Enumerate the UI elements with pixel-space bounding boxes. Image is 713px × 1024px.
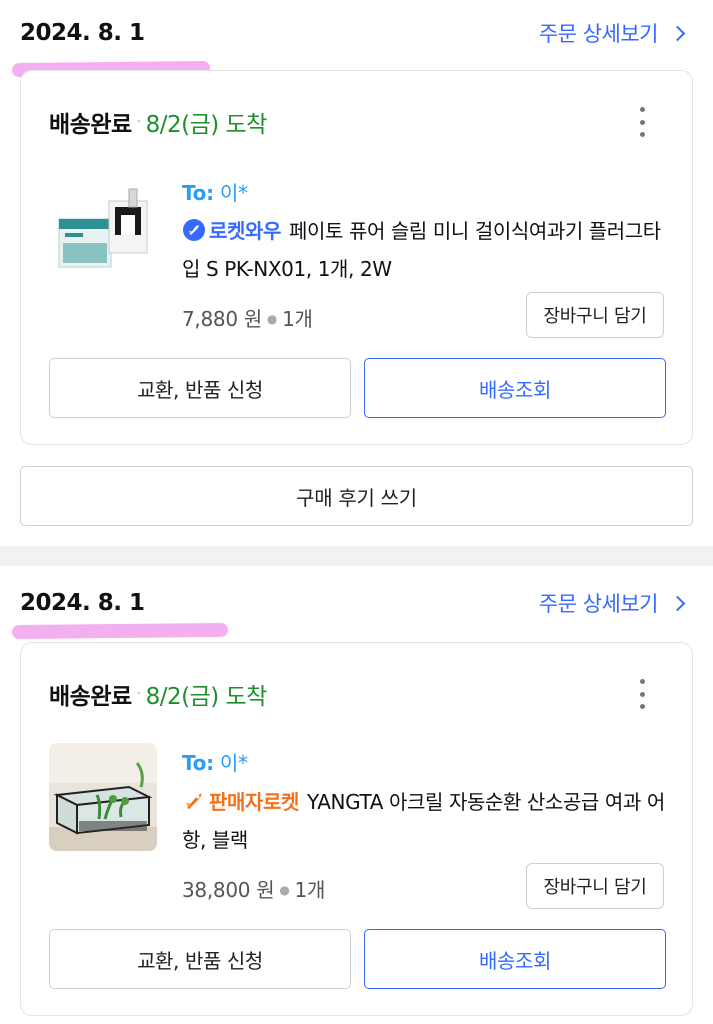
order-card: 배송완료 · 8/2(금) 도착 To: 이* — [20, 642, 693, 1016]
arrival-date: 8/2(금) 도착 — [145, 112, 268, 138]
status-label: 배송완료 — [49, 112, 132, 138]
recipient-name: 이* — [219, 751, 248, 775]
seller-rocket-icon — [186, 793, 202, 809]
filter-product-image[interactable] — [49, 181, 157, 289]
section-divider — [0, 546, 713, 566]
recipient-label: To: — [182, 181, 214, 205]
order-detail-link[interactable]: 주문 상세보기 — [538, 18, 686, 48]
order-detail-link[interactable]: 주문 상세보기 — [538, 588, 686, 618]
exchange-return-button[interactable]: 교환, 반품 신청 — [49, 929, 351, 989]
chevron-right-icon — [669, 595, 686, 611]
more-options-icon[interactable] — [638, 679, 646, 709]
delivery-status: 배송완료 · 8/2(금) 도착 — [49, 677, 267, 711]
highlight-mark — [11, 622, 229, 640]
track-delivery-button[interactable]: 배송조회 — [364, 358, 666, 418]
track-delivery-button[interactable]: 배송조회 — [364, 929, 666, 989]
price: 38,800 원 — [182, 878, 275, 902]
rocket-wow-icon — [183, 219, 205, 241]
quantity: 1개 — [282, 307, 313, 331]
price-quantity: 38,800 원 ● 1개 — [182, 874, 325, 903]
price-quantity: 7,880 원 ● 1개 — [182, 303, 313, 332]
add-to-cart-button[interactable]: 장바구니 담기 — [526, 863, 664, 909]
add-to-cart-button[interactable]: 장바구니 담기 — [526, 292, 664, 338]
write-review-button[interactable]: 구매 후기 쓰기 — [20, 466, 693, 526]
recipient-label: To: — [182, 751, 214, 775]
rocket-badge: 로켓와우 — [209, 219, 281, 243]
order-section-2: 2024. 8. 1 주문 상세보기 배송완료 · 8/2(금) 도착 To: … — [0, 570, 713, 1024]
recipient: To: 이* — [182, 177, 248, 206]
order-date: 2024. 8. 1 — [20, 590, 145, 616]
product-name[interactable]: 판매자로켓 YANGTA 아크릴 자동순환 산소공급 여과 어항, 블랙 — [182, 783, 672, 859]
order-detail-link-label: 주문 상세보기 — [538, 592, 659, 616]
order-detail-link-label: 주문 상세보기 — [538, 22, 659, 46]
quantity: 1개 — [294, 878, 326, 902]
seller-rocket-badge: 판매자로켓 — [209, 790, 299, 814]
separator-dot: · — [136, 114, 141, 130]
order-section-1: 2024. 8. 1 주문 상세보기 배송완료 · 8/2(금) 도착 To: … — [0, 0, 713, 546]
order-card: 배송완료 · 8/2(금) 도착 To: 이* — [20, 70, 693, 445]
aquarium-product-image[interactable] — [49, 743, 157, 851]
order-date: 2024. 8. 1 — [20, 20, 145, 46]
price: 7,880 원 — [182, 307, 262, 331]
recipient: To: 이* — [182, 747, 248, 776]
separator-dot: ● — [279, 883, 290, 897]
separator-dot: ● — [266, 312, 278, 326]
order-header: 2024. 8. 1 주문 상세보기 — [0, 570, 713, 640]
more-options-icon[interactable] — [638, 107, 646, 137]
chevron-right-icon — [669, 25, 686, 41]
recipient-name: 이* — [219, 181, 248, 205]
product-name[interactable]: 로켓와우 페이토 퓨어 슬림 미니 걸이식여과기 플러그타입 S PK-NX01,… — [182, 212, 672, 288]
delivery-status: 배송완료 · 8/2(금) 도착 — [49, 105, 267, 139]
order-header: 2024. 8. 1 주문 상세보기 — [0, 0, 713, 78]
arrival-date: 8/2(금) 도착 — [145, 684, 268, 710]
separator-dot: · — [136, 686, 141, 702]
status-label: 배송완료 — [49, 684, 132, 710]
exchange-return-button[interactable]: 교환, 반품 신청 — [49, 358, 351, 418]
